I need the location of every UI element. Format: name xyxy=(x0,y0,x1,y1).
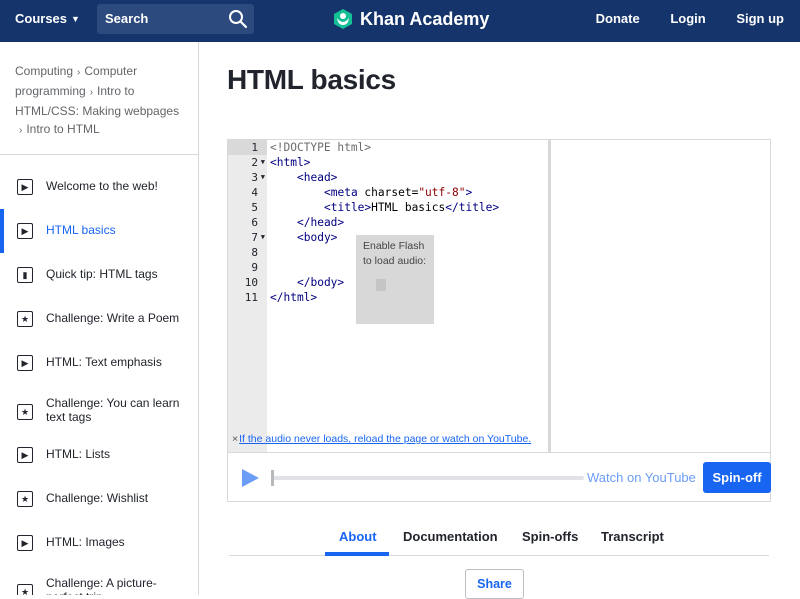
chevron-right-icon: › xyxy=(89,87,94,98)
line-number-gutter: 1 2 ▼ 3 ▼ 4 5 6 7 ▼ 8 9 10 11 xyxy=(228,140,267,452)
line-number: 8 xyxy=(251,246,258,259)
close-icon[interactable]: × xyxy=(232,433,238,445)
sidebar-item-images[interactable]: ▶ HTML: Images xyxy=(0,525,198,569)
lesson-label: Challenge: You can learn text tags xyxy=(46,396,180,424)
sidebar-item-text-emphasis[interactable]: ▶ HTML: Text emphasis xyxy=(0,341,198,385)
active-tab-indicator xyxy=(325,552,389,556)
progress-track[interactable] xyxy=(271,476,584,480)
fold-arrow-icon: ▼ xyxy=(260,233,265,241)
flash-text-line-2: to load audio: xyxy=(363,255,427,267)
star-icon: ★ xyxy=(17,404,33,420)
account-links: Donate Login Sign up xyxy=(569,11,784,26)
line-number: 5 xyxy=(251,201,258,214)
code-line: </html> xyxy=(270,291,318,304)
code-line: <head> xyxy=(297,171,338,184)
code-line: <body> xyxy=(297,231,338,244)
line-number: 4 xyxy=(251,186,258,199)
lesson-label: HTML: Text emphasis xyxy=(46,355,162,369)
play-icon[interactable] xyxy=(242,469,259,487)
watch-on-youtube-link[interactable]: Watch on YouTube xyxy=(587,470,696,485)
play-icon: ▶ xyxy=(17,223,33,239)
breadcrumb-item-intro-to-html[interactable]: Intro to HTML xyxy=(26,122,99,136)
logo-icon xyxy=(334,9,352,29)
fold-arrow-icon: ▼ xyxy=(260,173,265,181)
breadcrumb-item-computing[interactable]: Computing xyxy=(15,64,73,78)
spin-off-button[interactable]: Spin-off xyxy=(703,462,771,493)
chevron-right-icon: › xyxy=(19,125,23,136)
signup-link[interactable]: Sign up xyxy=(736,11,784,26)
play-icon: ▶ xyxy=(17,179,33,195)
lesson-label: Challenge: Wishlist xyxy=(46,491,149,505)
fold-arrow-icon: ▼ xyxy=(260,158,265,166)
login-link[interactable]: Login xyxy=(670,11,705,26)
line-number: 11 xyxy=(244,291,258,304)
sidebar-item-challenge-text-tags[interactable]: ★ Challenge: You can learn text tags xyxy=(0,385,198,437)
code-editor[interactable]: 1 2 ▼ 3 ▼ 4 5 6 7 ▼ 8 9 10 11 <!DOCTYPE htm… xyxy=(227,139,771,502)
lesson-label: Challenge: A picture-perfect trip xyxy=(46,576,157,595)
khan-academy-logo[interactable]: Khan Academy xyxy=(332,7,489,31)
line-number: 10 xyxy=(244,276,258,289)
search-icon[interactable] xyxy=(228,9,248,29)
flash-text-line-1: Enable Flash xyxy=(363,240,425,252)
line-number: 6 xyxy=(251,216,258,229)
lesson-sidebar: Computing › Computer programming › Intro to … xyxy=(0,42,199,595)
search-input[interactable]: Search xyxy=(105,11,148,26)
tab-transcript[interactable]: Transcript xyxy=(601,529,664,544)
page-icon: ▮ xyxy=(17,267,33,283)
play-icon: ▶ xyxy=(17,447,33,463)
sidebar-item-challenge-wishlist[interactable]: ★ Challenge: Wishlist xyxy=(0,481,198,525)
lesson-label: Challenge: Write a Poem xyxy=(46,311,180,325)
code-line: </head> xyxy=(297,216,345,229)
flash-audio-placeholder[interactable]: Enable Flash to load audio: xyxy=(356,235,434,324)
donate-link[interactable]: Donate xyxy=(596,11,640,26)
play-icon: ▶ xyxy=(17,535,33,551)
audio-notice: ×If the audio never loads, reload the pa… xyxy=(232,433,531,445)
courses-label: Courses xyxy=(15,11,68,26)
courses-menu[interactable]: Courses ▼ xyxy=(15,11,80,26)
play-icon: ▶ xyxy=(17,355,33,371)
sidebar-item-welcome[interactable]: ▶ Welcome to the web! xyxy=(0,165,198,209)
line-number: 2 ▼ xyxy=(251,156,265,169)
tab-about[interactable]: About xyxy=(339,529,377,544)
sidebar-item-challenge-poem[interactable]: ★ Challenge: Write a Poem xyxy=(0,297,198,341)
code-line: <title>HTML basics</title> xyxy=(324,201,500,214)
search-box[interactable]: Search xyxy=(97,4,254,34)
chevron-down-icon: ▼ xyxy=(71,14,80,24)
top-nav-bar: Courses ▼ Search Khan Academy Donate Logi… xyxy=(0,0,800,42)
star-icon: ★ xyxy=(17,311,33,327)
chevron-right-icon: › xyxy=(77,67,81,78)
star-icon: ★ xyxy=(17,584,33,595)
tab-spin-offs[interactable]: Spin-offs xyxy=(522,529,578,544)
sidebar-item-challenge-picture-trip[interactable]: ★ Challenge: A picture-perfect trip xyxy=(0,569,198,595)
lesson-label: HTML basics xyxy=(46,223,116,237)
page-title: HTML basics xyxy=(227,64,396,95)
breadcrumb: Computing › Computer programming › Intro to … xyxy=(0,42,198,155)
sidebar-item-lists[interactable]: ▶ HTML: Lists xyxy=(0,437,198,481)
line-number: 3 ▼ xyxy=(251,171,265,184)
code-line: </body> xyxy=(297,276,345,289)
progress-thumb[interactable] xyxy=(271,470,274,486)
line-number: 7 ▼ xyxy=(251,231,265,244)
plugin-icon xyxy=(376,279,386,291)
code-line: <html> xyxy=(270,156,311,169)
lesson-label: HTML: Images xyxy=(46,535,125,549)
audio-player-bar: Watch on YouTube Spin-off xyxy=(228,452,771,501)
content-tabs: About Documentation Spin-offs Transcript xyxy=(229,523,769,556)
sidebar-item-html-basics[interactable]: ▶ HTML basics xyxy=(0,209,198,253)
code-line: <!DOCTYPE html> xyxy=(270,141,372,154)
star-icon: ★ xyxy=(17,491,33,507)
tab-documentation[interactable]: Documentation xyxy=(403,529,498,544)
code-line: <meta charset="utf-8"> xyxy=(324,186,473,199)
line-number: 1 xyxy=(228,140,267,155)
line-number: 9 xyxy=(251,261,258,274)
sidebar-item-quick-tip[interactable]: ▮ Quick tip: HTML tags xyxy=(0,253,198,297)
lesson-label: Quick tip: HTML tags xyxy=(46,267,158,281)
lesson-label: HTML: Lists xyxy=(46,447,111,461)
logo-text: Khan Academy xyxy=(360,8,490,29)
audio-notice-link[interactable]: If the audio never loads, reload the pag… xyxy=(239,433,531,445)
editor-output-divider[interactable] xyxy=(548,140,551,452)
lesson-label: Welcome to the web! xyxy=(46,179,158,193)
